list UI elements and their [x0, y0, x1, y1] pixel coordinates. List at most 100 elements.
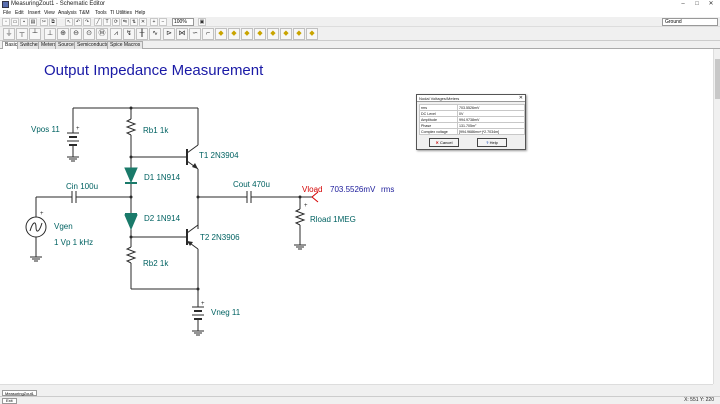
close-window-icon[interactable]: ✕ [704, 0, 718, 9]
dialog-title-bar[interactable]: Nodal Voltages/Meters ✕ [417, 95, 525, 102]
window-title: MeasuringZout1 - Schematic Editor [11, 1, 106, 7]
fit-page-icon[interactable]: ▣ [198, 18, 206, 26]
select-arrow-icon[interactable]: ↖ [65, 18, 73, 26]
zoom-in-icon[interactable]: + [150, 18, 158, 26]
help-label: Help [489, 140, 498, 145]
svg-text:+: + [201, 301, 205, 307]
row-value: [994.9686mv+j*2.7034m] [457, 128, 525, 135]
label-d1: D1 1N914 [144, 173, 181, 182]
cancel-label: Cancel [440, 140, 453, 145]
menu-tm[interactable]: T&M [79, 9, 90, 17]
scrollbar-thumb[interactable] [715, 59, 720, 99]
switch-icon[interactable]: ⌐ [202, 28, 214, 40]
copy-icon[interactable]: ⧉ [49, 18, 57, 26]
component-toolbar: ⏚ ┬ ┴ ⊥ ⊕ ⊖ ⊙ Ⓜ ⩘ ↯ ╫ ∿ ⊳ ⋈ ∽ ⌐ ◆ ◆ ◆ ◆ … [0, 27, 720, 41]
menu-tools[interactable]: Tools [95, 9, 107, 17]
redo-icon[interactable]: ↷ [83, 18, 91, 26]
menu-edit[interactable]: Edit [15, 9, 24, 17]
macro-icon[interactable]: ◆ [306, 28, 318, 40]
label-vneg: Vneg 11 [211, 308, 241, 317]
wire-icon[interactable]: ╱ [94, 18, 102, 26]
component-tabs: Basic Switches Meters Sources Semiconduc… [0, 41, 720, 49]
voltage-source-icon[interactable]: ⊖ [70, 28, 82, 40]
row-key: Complex voltage [419, 128, 458, 135]
zener-icon[interactable]: ⋈ [176, 28, 188, 40]
label-t1: T1 2N3904 [199, 151, 239, 160]
dialog-close-icon[interactable]: ✕ [519, 95, 523, 102]
rotate-icon[interactable]: ⟳ [112, 18, 120, 26]
svg-text:+: + [76, 126, 80, 132]
help-button[interactable]: ? Help [477, 138, 507, 147]
logic-gate-icon[interactable]: ◆ [280, 28, 292, 40]
jumper-icon[interactable]: ┴ [29, 28, 41, 40]
ground-icon[interactable]: ⏚ [3, 28, 15, 40]
schematic-canvas[interactable]: + + + + Output Impedance Measurement Vpo… [0, 49, 713, 384]
pnp-transistor-icon[interactable]: ◆ [228, 28, 240, 40]
nodal-values-table: rms 703.5526mV DC Level 0V Amplitude 994.97… [419, 104, 525, 135]
label-d2: D2 1N914 [144, 214, 181, 223]
label-rb2: Rb2 1k [143, 259, 169, 268]
diode-icon[interactable]: ⊳ [163, 28, 175, 40]
vertical-scrollbar[interactable] [713, 49, 720, 384]
menu-ti-utilities[interactable]: TI Utilities [110, 9, 132, 17]
label-cin: Cin 100u [66, 182, 99, 191]
exit-button[interactable]: Exit [2, 398, 17, 404]
maximize-icon[interactable]: □ [690, 0, 704, 9]
status-bar: Exit X: 551 Y: 220 [0, 396, 720, 404]
menu-help[interactable]: Help [135, 9, 145, 17]
new-file-icon[interactable]: ▫ [2, 18, 10, 26]
undo-icon[interactable]: ↶ [74, 18, 82, 26]
menu-view[interactable]: View [44, 9, 55, 17]
label-vload[interactable]: Vload [302, 185, 322, 194]
print-icon[interactable]: ▤ [29, 18, 37, 26]
meter-icon[interactable]: Ⓜ [96, 28, 108, 40]
flip-icon[interactable]: ⇅ [130, 18, 138, 26]
menu-analysis[interactable]: Analysis [58, 9, 77, 17]
battery-icon[interactable]: ⊥ [44, 28, 56, 40]
vload-unit: rms [381, 185, 395, 194]
npn-transistor-icon[interactable]: ◆ [215, 28, 227, 40]
mosfet-icon[interactable]: ◆ [241, 28, 253, 40]
vload-value: 703.5526mV [330, 185, 376, 194]
zoom-out-icon[interactable]: − [159, 18, 167, 26]
minimize-icon[interactable]: – [676, 0, 690, 9]
text-icon[interactable]: T [103, 18, 111, 26]
schematic-wires: + + + + [25, 106, 319, 336]
layer-select[interactable]: Ground [662, 18, 718, 26]
menu-file[interactable]: File [3, 9, 11, 17]
zoom-select[interactable]: 100% [172, 18, 194, 26]
cancel-x-icon: ✕ [435, 140, 439, 145]
jfet-icon[interactable]: ◆ [254, 28, 266, 40]
label-cout: Cout 470u [233, 180, 270, 189]
generator-icon[interactable]: ⊙ [83, 28, 95, 40]
potentiometer-icon[interactable]: ↯ [123, 28, 135, 40]
label-t2: T2 2N3906 [200, 233, 240, 242]
capacitor-icon[interactable]: ╫ [136, 28, 148, 40]
resistor-icon[interactable]: ⩘ [110, 28, 122, 40]
nodal-voltages-dialog: Nodal Voltages/Meters ✕ rms 703.5526mV DC… [416, 94, 526, 150]
dialog-title: Nodal Voltages/Meters [419, 96, 460, 101]
label-vpos: Vpos 11 [31, 125, 60, 134]
cancel-button[interactable]: ✕ Cancel [429, 138, 459, 147]
save-icon[interactable]: ▪ [20, 18, 28, 26]
help-question-icon: ? [486, 140, 489, 145]
cut-icon[interactable]: ✂ [40, 18, 48, 26]
schematic-title: Output Impedance Measurement [44, 62, 264, 79]
transformer-icon[interactable]: ∽ [189, 28, 201, 40]
cursor-coordinates: X: 551 Y: 220 [684, 397, 714, 403]
delete-icon[interactable]: ✕ [139, 18, 147, 26]
opamp-icon[interactable]: ◆ [267, 28, 279, 40]
open-file-icon[interactable]: ▭ [11, 18, 19, 26]
ic-icon[interactable]: ◆ [293, 28, 305, 40]
app-icon [2, 1, 9, 8]
wire-node-icon[interactable]: ┬ [16, 28, 28, 40]
inductor-icon[interactable]: ∿ [149, 28, 161, 40]
label-rb1: Rb1 1k [143, 126, 169, 135]
menu-insert[interactable]: Insert [28, 9, 41, 17]
tab-spice-macros[interactable]: Spice Macros [107, 41, 144, 49]
label-rload: Rload 1MEG [310, 215, 356, 224]
svg-text:+: + [40, 211, 44, 217]
svg-text:+: + [304, 203, 308, 209]
mirror-icon[interactable]: ⇋ [121, 18, 129, 26]
current-source-icon[interactable]: ⊕ [57, 28, 69, 40]
